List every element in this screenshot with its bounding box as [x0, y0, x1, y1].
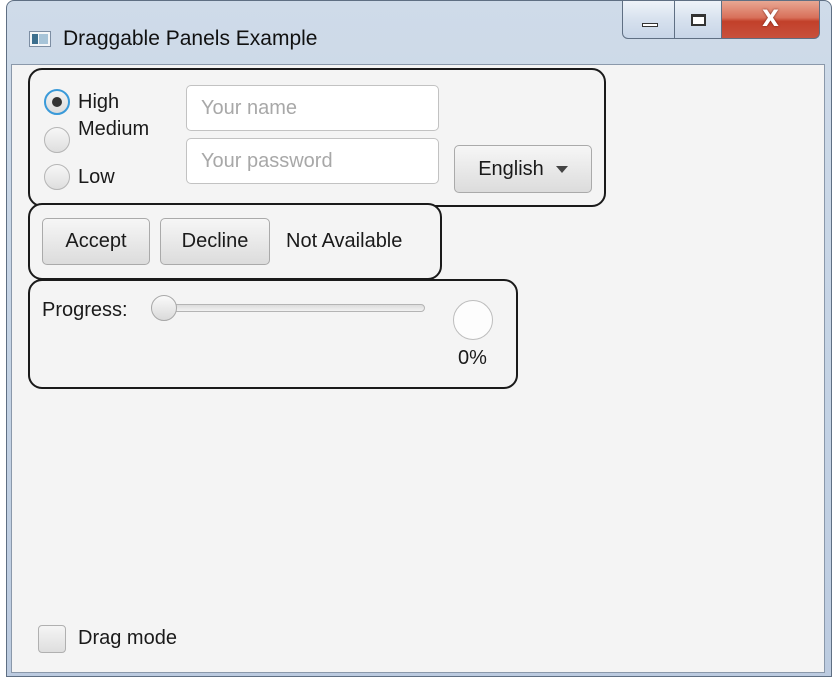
- drag-mode-checkbox[interactable]: [38, 625, 66, 653]
- close-icon: X: [762, 7, 779, 32]
- progress-slider-track[interactable]: [151, 304, 425, 312]
- app-window: Draggable Panels Example X High Medium L…: [6, 0, 832, 677]
- client-area: High Medium Low English Accept Decline N…: [11, 64, 825, 673]
- title-bar[interactable]: Draggable Panels Example X: [7, 1, 831, 64]
- name-field[interactable]: [186, 85, 439, 131]
- app-window-icon: [29, 31, 51, 47]
- close-button[interactable]: X: [722, 1, 820, 39]
- radio-medium-indicator[interactable]: [44, 127, 70, 153]
- window-title: Draggable Panels Example: [63, 27, 318, 50]
- actions-panel[interactable]: Accept Decline Not Available: [28, 203, 442, 280]
- radio-high[interactable]: High: [44, 89, 119, 115]
- progress-indicator: [453, 300, 493, 340]
- progress-label: Progress:: [42, 299, 128, 321]
- progress-panel[interactable]: Progress: 0%: [28, 279, 518, 389]
- caption-buttons: X: [622, 1, 822, 41]
- radio-medium-label: Medium: [78, 117, 150, 140]
- radio-low[interactable]: Low: [44, 164, 115, 190]
- radio-high-indicator[interactable]: [44, 89, 70, 115]
- chevron-down-icon: [555, 165, 568, 173]
- password-field[interactable]: [186, 138, 439, 184]
- input-panel[interactable]: High Medium Low English: [28, 68, 606, 207]
- minimize-icon: [642, 23, 658, 27]
- drag-mode-label[interactable]: Drag mode: [78, 627, 177, 650]
- accept-button[interactable]: Accept: [42, 218, 150, 265]
- radio-medium[interactable]: Medium: [44, 118, 149, 153]
- minimize-button[interactable]: [622, 1, 675, 39]
- decline-button[interactable]: Decline: [160, 218, 270, 265]
- maximize-button[interactable]: [675, 1, 722, 39]
- radio-low-label: Low: [78, 165, 115, 188]
- status-text: Not Available: [286, 230, 403, 252]
- radio-low-indicator[interactable]: [44, 164, 70, 190]
- maximize-icon: [691, 14, 706, 26]
- language-select-value: English: [478, 157, 544, 180]
- progress-percent: 0%: [458, 347, 487, 369]
- radio-high-label: High: [78, 90, 120, 113]
- progress-slider-thumb[interactable]: [151, 295, 177, 321]
- language-select[interactable]: English: [454, 145, 592, 193]
